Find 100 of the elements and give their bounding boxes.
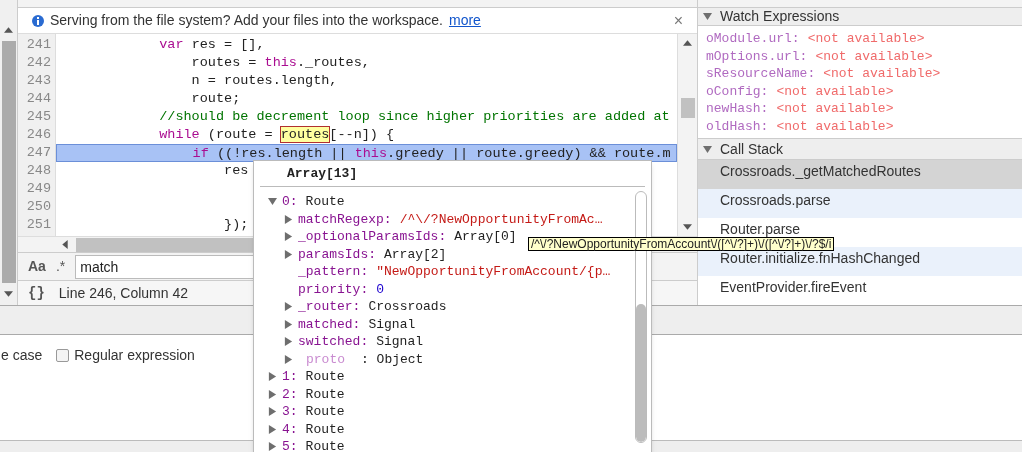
property-value: /^\/?NewOpportunityFromAc… (399, 210, 603, 229)
tooltip: /^\/?NewOpportunityFromAccount\/([^\/?]+)\/([^\/?]+)\/?$/i (528, 237, 835, 251)
watch-name: mOptions.url: (706, 48, 808, 64)
watch-value: <not available> (776, 101, 894, 116)
call-stack-frame[interactable]: Crossroads._getMatchedRoutes (698, 160, 1022, 189)
collapsed-arrow-icon[interactable] (284, 249, 293, 259)
property-value: Signal (376, 333, 424, 351)
scroll-up-icon[interactable] (4, 27, 13, 33)
property-value: Route (305, 420, 345, 439)
line-number: 246 (25, 126, 52, 144)
property-key: 1: (282, 367, 298, 387)
property-key: matchRegexp: (298, 209, 392, 229)
code-line: var res = [], (158, 37, 265, 52)
close-button[interactable]: × (673, 12, 683, 29)
expanded-arrow-icon[interactable] (703, 144, 712, 154)
watch-value: <not available> (776, 83, 894, 99)
collapsed-arrow-icon[interactable] (268, 407, 277, 417)
property-value: 0 (376, 280, 385, 299)
scroll-up-icon[interactable] (683, 40, 692, 46)
line-number: 250 (25, 198, 52, 216)
line-number: 247 (25, 144, 52, 162)
code-line: //should be decrement loop since higher priorities are added at (158, 109, 670, 124)
more-link[interactable]: more (448, 10, 481, 31)
section-header[interactable]: Watch Expressions (698, 8, 1022, 26)
section-header[interactable]: Call Stack (698, 138, 1022, 160)
code-line: res (223, 163, 249, 178)
property-key: 4: (282, 419, 298, 439)
property-key: proto (298, 349, 353, 369)
property-value: Route (305, 403, 345, 421)
popover-title: Array[13] (287, 164, 358, 183)
scrollbar-thumb[interactable] (680, 98, 695, 118)
property-key: matched: (298, 314, 361, 334)
line-number: 248 (25, 162, 52, 180)
property-value: Route (305, 368, 345, 386)
collapsed-arrow-icon[interactable] (284, 214, 293, 224)
collapsed-arrow-icon[interactable] (284, 337, 293, 347)
regex-toggle[interactable]: .* (55, 256, 66, 277)
line-number: 245 (25, 108, 52, 126)
code-line: route; (190, 91, 241, 106)
watch-name: sResourceName: (706, 66, 816, 81)
code-line: }); (223, 217, 249, 232)
info-message: Serving from the file system? Add your files into the workspace. (50, 11, 443, 30)
code-line: if ((!res.length || this.greedy || route.greedy) && route.m (191, 146, 671, 161)
cursor-position: Line 246, Column 42 (58, 283, 188, 303)
expanded-arrow-icon[interactable] (703, 12, 712, 21)
scrollbar[interactable] (677, 34, 697, 236)
property-value: Array[0] (454, 228, 517, 246)
collapsed-arrow-icon[interactable] (268, 389, 277, 399)
watch-value: <not available> (815, 48, 933, 64)
line-number: 242 (25, 54, 52, 72)
watch-name: newHash: (706, 101, 769, 116)
property-value: Route (305, 193, 345, 211)
line-number: 244 (25, 90, 52, 108)
pretty-print-button[interactable]: {} (28, 282, 45, 304)
option-label: e case (1, 346, 43, 365)
checkbox[interactable] (56, 349, 70, 362)
collapsed-arrow-icon[interactable] (268, 372, 277, 382)
call-stack-frame[interactable]: Crossroads.parse (698, 189, 1022, 218)
property-key: 3: (282, 402, 298, 422)
match-case-toggle[interactable]: Aa (28, 256, 46, 277)
collapsed-arrow-icon[interactable] (284, 232, 293, 242)
property-value: Signal (368, 315, 416, 334)
option-label: Regular expression (74, 346, 195, 365)
scroll-down-icon[interactable] (683, 224, 692, 230)
watch-name: oConfig: (706, 83, 769, 99)
line-number: 249 (25, 180, 52, 198)
watch-name: oModule.url: (706, 31, 800, 46)
property-key: _router: (298, 297, 361, 317)
property-value: Route (305, 385, 345, 404)
scroll-down-icon[interactable] (4, 291, 13, 297)
collapsed-arrow-icon[interactable] (284, 354, 293, 364)
property-value: Array[2] (384, 245, 447, 264)
property-value: "NewOpportunityFromAccount/{p… (376, 263, 611, 281)
code-line: while (route = routes[--n]) { (158, 127, 395, 142)
info-icon (32, 14, 44, 27)
collapsed-arrow-icon[interactable] (284, 302, 293, 312)
line-number: 243 (25, 72, 52, 90)
code-line: routes = this._routes, (190, 55, 370, 70)
watch-name: oldHash: (706, 118, 769, 134)
property-value: Route (305, 438, 345, 452)
property-value: Crossroads (368, 298, 447, 316)
collapsed-arrow-icon[interactable] (268, 442, 277, 452)
property-key: switched: (298, 332, 369, 352)
code-line: n = routes.length, (190, 73, 338, 88)
watch-value: <not available> (776, 118, 894, 134)
collapsed-arrow-icon[interactable] (268, 424, 277, 434)
watch-value: <not available> (807, 31, 925, 46)
line-number: 241 (25, 36, 52, 54)
property-key: priority: (298, 279, 369, 299)
line-number: 251 (25, 216, 52, 234)
collapsed-arrow-icon[interactable] (284, 319, 293, 329)
property-value: : Object (361, 350, 424, 369)
property-key: 2: (282, 384, 298, 404)
scrollbar[interactable] (0, 0, 18, 305)
scroll-left-icon[interactable] (62, 240, 68, 249)
watch-value: <not available> (823, 66, 941, 81)
property-key: _optionalParamsIds: (298, 227, 447, 247)
property-key: 0: (282, 192, 298, 212)
expanded-arrow-icon[interactable] (268, 197, 277, 207)
property-key: 5: (282, 437, 298, 452)
